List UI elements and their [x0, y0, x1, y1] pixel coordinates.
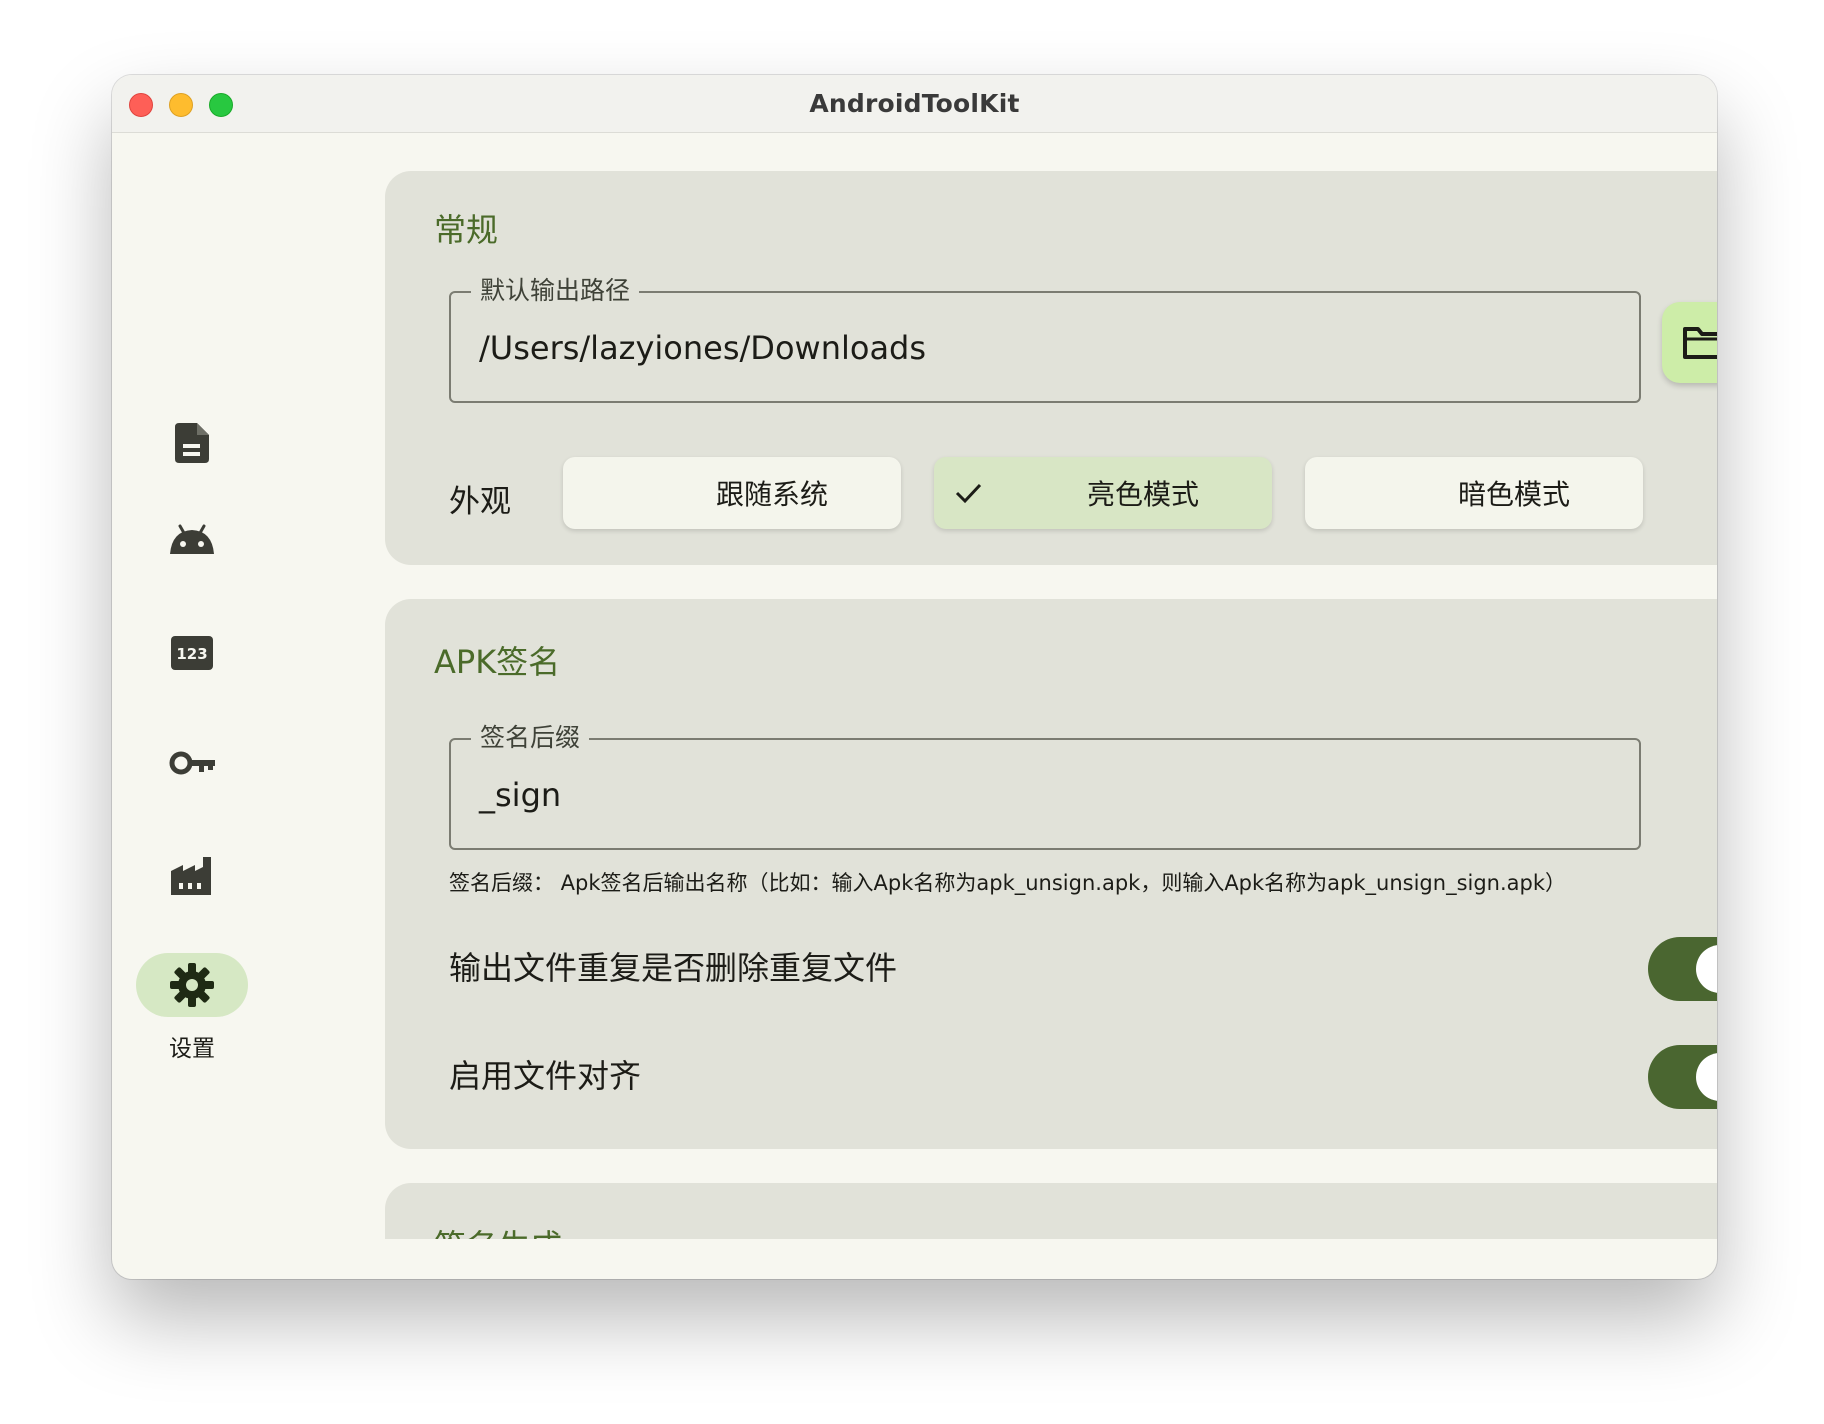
choose-folder-button[interactable]: [1662, 302, 1717, 383]
nav-item-key[interactable]: [136, 731, 248, 795]
nav-item-numbers[interactable]: 123: [136, 621, 248, 685]
nav-item-factory[interactable]: [136, 843, 248, 907]
delete-duplicate-label: 输出文件重复是否删除重复文件: [449, 949, 898, 987]
apk-sign-title: APK签名: [434, 643, 561, 681]
factory-icon: [171, 857, 211, 895]
nav-label-settings: 设置: [169, 1036, 215, 1062]
gear-icon: [170, 963, 214, 1007]
sign-suffix-field[interactable]: 签名后缀 _sign: [449, 720, 1641, 850]
switch-knob: [1696, 1053, 1717, 1101]
nav-item-android[interactable]: [136, 507, 248, 571]
appearance-option-dark[interactable]: 暗色模式: [1305, 457, 1643, 529]
file-align-label: 启用文件对齐: [449, 1057, 642, 1095]
window-title: AndroidToolKit: [809, 89, 1020, 118]
output-path-label: 默认输出路径: [471, 273, 640, 309]
navigation-rail: 123 设置: [112, 133, 272, 1279]
nav-item-document[interactable]: [136, 411, 248, 475]
general-title: 常规: [434, 211, 499, 249]
app-window: AndroidToolKit 123 设置 常规 默认输出路径 /Users/l…: [112, 75, 1717, 1279]
appearance-option-label: 跟随系统: [715, 478, 828, 511]
title-bar: AndroidToolKit: [112, 75, 1717, 133]
sign-generate-title: 签名生成: [434, 1221, 562, 1239]
sign-suffix-label: 签名后缀: [471, 720, 590, 756]
sign-suffix-value: _sign: [479, 776, 562, 814]
android-icon: [170, 524, 214, 554]
file-align-switch[interactable]: [1648, 1045, 1717, 1109]
svg-text:123: 123: [176, 645, 207, 663]
sign-suffix-helper: 签名后缀： Apk签名后输出名称（比如：输入Apk名称为apk_unsign.a…: [449, 871, 1567, 895]
apk-sign-card: APK签名 签名后缀 _sign 签名后缀： Apk签名后输出名称（比如：输入A…: [385, 599, 1717, 1149]
appearance-option-label: 亮色模式: [1086, 478, 1199, 511]
output-path-field[interactable]: 默认输出路径 /Users/lazyiones/Downloads: [449, 273, 1641, 403]
output-path-value: /Users/lazyiones/Downloads: [479, 329, 927, 367]
folder-icon: [1682, 326, 1717, 359]
key-icon: [169, 751, 215, 775]
settings-content[interactable]: 常规 默认输出路径 /Users/lazyiones/Downloads 外观 …: [272, 133, 1717, 1239]
appearance-option-light[interactable]: 亮色模式: [934, 457, 1272, 529]
number-123-icon: 123: [171, 636, 213, 670]
delete-duplicate-switch[interactable]: [1648, 937, 1717, 1001]
general-card: 常规 默认输出路径 /Users/lazyiones/Downloads 外观 …: [385, 171, 1717, 565]
sign-generate-card: 签名生成: [385, 1183, 1717, 1239]
appearance-option-system[interactable]: 跟随系统: [563, 457, 901, 529]
switch-knob: [1696, 945, 1717, 993]
document-icon: [175, 423, 209, 463]
nav-item-settings[interactable]: [136, 953, 248, 1017]
appearance-option-label: 暗色模式: [1457, 478, 1570, 511]
appearance-label: 外观: [449, 484, 511, 520]
